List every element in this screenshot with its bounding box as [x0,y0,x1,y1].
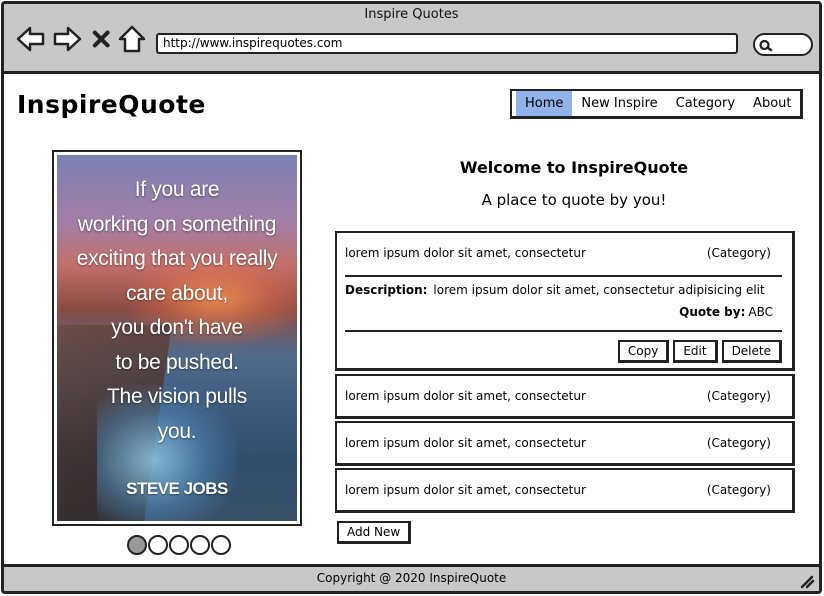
quote-by: Quote by: ABC [679,305,773,319]
back-arrow-icon[interactable] [16,24,46,54]
window-title: Inspire Quotes [364,7,459,22]
quote-card[interactable]: lorem ipsum dolor sit amet, consectetur … [335,421,795,466]
carousel-dot-5[interactable] [211,535,231,555]
quote-text: lorem ipsum dolor sit amet, consectetur [345,436,586,450]
browser-window: Inspire Quotes http://www.inspirequotes.… [1,1,822,594]
quote-text: lorem ipsum dolor sit amet, consectetur [345,246,586,260]
carousel-dot-1[interactable] [127,535,147,555]
quote-card-expanded[interactable]: lorem ipsum dolor sit amet, consectetur … [335,231,795,371]
forward-arrow-icon[interactable] [52,24,82,54]
top-navigation: Home New Inspire Category About [510,89,804,119]
quote-text: lorem ipsum dolor sit amet, consectetur [345,389,586,403]
quote-description: Description: lorem ipsum dolor sit amet, … [345,283,765,297]
copyright-text: Copyright @ 2020 InspireQuote [316,571,507,585]
quote-category[interactable]: (Category) [707,246,771,260]
featured-quote-text: If you are working on something exciting… [76,178,278,443]
carousel-dot-3[interactable] [169,535,189,555]
nav-item-new-inspire[interactable]: New Inspire [572,91,666,116]
copy-button[interactable]: Copy [617,340,670,363]
featured-quote-author: STEVE JOBS [126,479,228,498]
quote-category[interactable]: (Category) [707,389,771,403]
carousel-dot-4[interactable] [190,535,210,555]
close-x-icon[interactable] [90,24,114,54]
quote-category[interactable]: (Category) [707,436,771,450]
browser-search-box[interactable] [753,33,813,56]
quote-by-value: ABC [748,305,773,319]
quote-by-label: Quote by: [679,305,746,319]
nav-item-about[interactable]: About [744,91,800,116]
footer: Copyright @ 2020 InspireQuote [4,564,819,591]
quote-text: lorem ipsum dolor sit amet, consectetur [345,483,586,497]
nav-item-category[interactable]: Category [667,91,744,116]
nav-item-home[interactable]: Home [516,91,573,116]
welcome-heading: Welcome to InspireQuote [459,158,689,177]
address-bar[interactable]: http://www.inspirequotes.com [156,33,738,54]
quote-actions: Copy Edit Delete [617,340,782,363]
description-label: Description: [345,283,428,297]
welcome-subtitle: A place to quote by you! [481,191,667,209]
browser-toolbar: Inspire Quotes http://www.inspirequotes.… [4,4,819,74]
home-icon[interactable] [117,24,147,54]
divider [345,275,782,277]
delete-button[interactable]: Delete [721,340,782,363]
featured-quote-image: If you are working on something exciting… [52,150,302,526]
resize-grip-icon[interactable] [799,573,815,589]
add-new-button[interactable]: Add New [337,521,412,544]
quote-card[interactable]: lorem ipsum dolor sit amet, consectetur … [335,468,795,513]
quote-card[interactable]: lorem ipsum dolor sit amet, consectetur … [335,374,795,419]
site-logo[interactable]: InspireQuote [17,90,206,119]
quote-category[interactable]: (Category) [707,483,771,497]
carousel-dot-2[interactable] [148,535,168,555]
edit-button[interactable]: Edit [673,340,718,363]
description-text: lorem ipsum dolor sit amet, consectetur … [433,283,765,297]
search-icon [759,39,773,52]
quote-background-photo: If you are working on something exciting… [57,155,297,521]
carousel-indicators [127,535,231,555]
divider [345,330,782,332]
